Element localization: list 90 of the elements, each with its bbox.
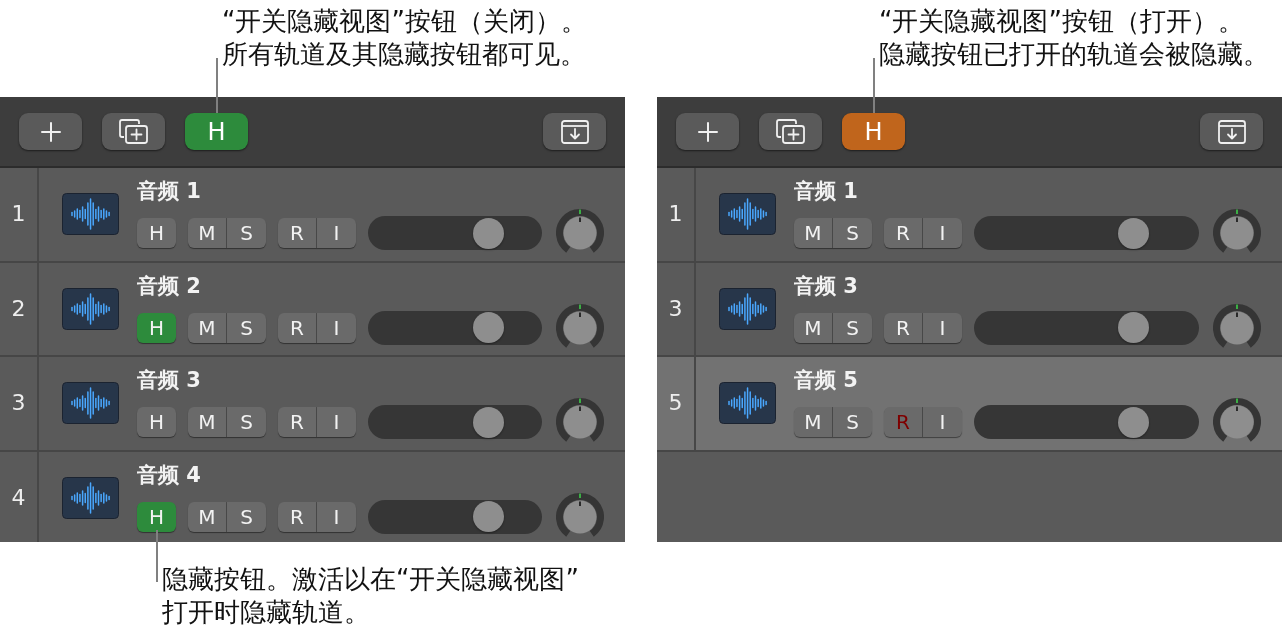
add-button[interactable] — [676, 113, 739, 150]
solo-button[interactable]: S — [833, 407, 872, 437]
plus-icon — [697, 121, 718, 142]
mute-button[interactable]: M — [188, 407, 227, 437]
record-button[interactable]: R — [278, 407, 317, 437]
slider-thumb[interactable] — [1118, 217, 1150, 249]
solo-button[interactable]: S — [227, 218, 266, 248]
volume-slider[interactable] — [974, 216, 1199, 250]
input-monitor-button[interactable]: I — [317, 312, 356, 343]
slider-thumb[interactable] — [472, 501, 504, 532]
track-name: 音频 4 — [137, 461, 201, 488]
hide-view-button[interactable]: H — [842, 113, 905, 150]
solo-button[interactable]: S — [833, 218, 872, 248]
track-number: 4 — [11, 484, 26, 511]
solo-button[interactable]: S — [227, 501, 266, 532]
mute-button[interactable]: M — [794, 218, 833, 248]
record-button[interactable]: R — [278, 501, 317, 532]
track-number: 5 — [668, 390, 683, 417]
leader-line — [216, 58, 218, 113]
slider-thumb[interactable] — [472, 406, 504, 438]
solo-button[interactable]: S — [227, 312, 266, 343]
volume-slider[interactable] — [368, 405, 542, 439]
volume-slider[interactable] — [368, 499, 542, 534]
track-row[interactable]: 3 音频 3 M S R I — [657, 262, 1282, 357]
record-button[interactable]: R — [884, 218, 923, 248]
callout-text: 隐藏按钮。激活以在“开关隐藏视图” 打开时隐藏轨道。 — [162, 563, 580, 629]
slider-thumb[interactable] — [472, 217, 504, 249]
track-name: 音频 2 — [137, 272, 201, 299]
callout-text: “开关隐藏视图”按钮（打开）。 隐藏按钮已打开的轨道会被隐藏。 — [879, 5, 1270, 71]
track-name: 音频 3 — [137, 367, 201, 393]
mute-button[interactable]: M — [188, 501, 227, 532]
volume-slider[interactable] — [974, 310, 1199, 345]
hide-button[interactable]: H — [137, 501, 176, 532]
input-monitor-button[interactable]: I — [317, 218, 356, 248]
track-number: 1 — [668, 201, 683, 228]
track-number: 2 — [11, 295, 26, 322]
solo-button[interactable]: S — [833, 312, 872, 343]
input-monitor-button[interactable]: I — [317, 407, 356, 437]
download-button[interactable] — [543, 113, 606, 150]
track-number: 3 — [668, 295, 683, 322]
solo-button[interactable]: S — [227, 407, 266, 437]
waveform-icon — [719, 193, 776, 236]
track-name: 音频 3 — [794, 272, 858, 299]
hide-button[interactable]: H — [137, 218, 176, 248]
volume-slider[interactable] — [368, 216, 542, 250]
track-name: 音频 1 — [137, 178, 201, 204]
track-name: 音频 5 — [794, 367, 858, 393]
track-row[interactable]: 3 音频 3 H M S R I — [0, 357, 625, 452]
volume-slider[interactable] — [974, 405, 1199, 439]
track-row[interactable]: 1 音频 1 H M S R I — [0, 168, 625, 263]
leader-line — [156, 530, 158, 582]
hide-view-button[interactable]: H — [185, 113, 248, 150]
hide-button[interactable]: H — [137, 407, 176, 437]
record-button[interactable]: R — [278, 312, 317, 343]
add-button[interactable] — [19, 113, 82, 150]
track-name: 音频 1 — [794, 178, 858, 204]
mute-button[interactable]: M — [794, 312, 833, 343]
slider-thumb[interactable] — [472, 312, 504, 343]
track-number: 3 — [11, 390, 26, 417]
track-number: 1 — [11, 201, 26, 228]
record-button[interactable]: R — [884, 312, 923, 343]
leader-line — [873, 58, 875, 113]
mute-button[interactable]: M — [188, 312, 227, 343]
track-row[interactable]: 2 音频 2 H M S R I — [0, 262, 625, 357]
input-monitor-button[interactable]: I — [923, 312, 962, 343]
slider-thumb[interactable] — [1118, 312, 1150, 343]
mute-button[interactable]: M — [794, 407, 833, 437]
waveform-icon — [62, 193, 119, 236]
input-monitor-button[interactable]: I — [317, 501, 356, 532]
slider-thumb[interactable] — [1118, 406, 1150, 438]
hide-button[interactable]: H — [137, 312, 176, 343]
download-button[interactable] — [1200, 113, 1263, 150]
waveform-icon — [62, 287, 119, 330]
waveform-icon — [62, 476, 119, 519]
duplicate-button[interactable] — [759, 113, 822, 150]
volume-slider[interactable] — [368, 310, 542, 345]
waveform-icon — [719, 382, 776, 425]
plus-icon — [40, 121, 61, 142]
input-monitor-button[interactable]: I — [923, 218, 962, 248]
waveform-icon — [62, 382, 119, 425]
input-monitor-button[interactable]: I — [923, 407, 962, 437]
stacked-squares-plus-icon — [775, 118, 806, 145]
track-row[interactable]: 1 音频 1 M S R I — [657, 168, 1282, 263]
waveform-icon — [719, 287, 776, 330]
stacked-squares-plus-icon — [118, 118, 149, 145]
callout-text: “开关隐藏视图”按钮（关闭）。 所有轨道及其隐藏按钮都可见。 — [222, 5, 588, 71]
duplicate-button[interactable] — [102, 113, 165, 150]
record-button[interactable]: R — [278, 218, 317, 248]
track-row[interactable]: 5 音频 5 M S R I — [657, 357, 1282, 452]
mute-button[interactable]: M — [188, 218, 227, 248]
